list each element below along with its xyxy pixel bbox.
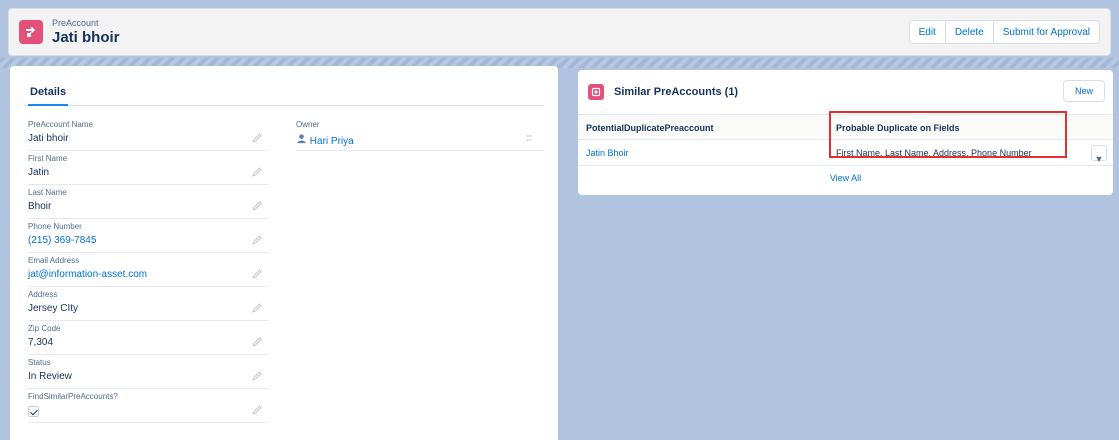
field-find-similar: FindSimilarPreAccounts? <box>28 389 268 423</box>
user-avatar-icon <box>297 134 306 144</box>
field-label: Address <box>28 290 58 299</box>
header-actions: Edit Delete Submit for Approval <box>908 20 1100 44</box>
pencil-icon[interactable] <box>252 405 262 415</box>
details-card: Details PreAccount Name Jati bhoir First… <box>10 66 558 440</box>
field-preaccount-name: PreAccount Name Jati bhoir <box>28 117 268 151</box>
pencil-icon[interactable] <box>252 133 262 143</box>
delete-button[interactable]: Delete <box>945 20 994 44</box>
tab-details[interactable]: Details <box>28 80 69 106</box>
table-header-row: PotentialDuplicatePreaccount Probable Du… <box>578 114 1113 140</box>
column-header-fields[interactable]: Probable Duplicate on Fields <box>836 123 960 133</box>
pencil-icon[interactable] <box>252 269 262 279</box>
duplicate-record-link[interactable]: Jatin Bhoir <box>586 148 629 158</box>
pencil-icon[interactable] <box>252 303 262 313</box>
find-similar-checkbox <box>28 406 39 417</box>
field-value: Bhoir <box>28 201 52 212</box>
field-value: In Review <box>28 371 72 382</box>
pencil-icon[interactable] <box>252 235 262 245</box>
pencil-icon[interactable] <box>252 371 262 381</box>
field-phone-number: Phone Number (215) 369-7845 <box>28 219 268 253</box>
field-label: Status <box>28 358 51 367</box>
view-all-link[interactable]: View All <box>578 173 1113 183</box>
field-email-address: Email Address jat@information-asset.com <box>28 253 268 287</box>
field-first-name: First Name Jatin <box>28 151 268 185</box>
field-last-name: Last Name Bhoir <box>28 185 268 219</box>
similar-table: PotentialDuplicatePreaccount Probable Du… <box>578 111 1113 170</box>
field-label: Zip Code <box>28 324 61 333</box>
similar-card-header: Similar PreAccounts (1) New <box>578 70 1113 114</box>
object-type-label: PreAccount <box>52 18 99 29</box>
field-value: Jatin <box>28 167 50 178</box>
field-address: Address Jersey CIty <box>28 287 268 321</box>
field-label: Phone Number <box>28 222 82 231</box>
change-owner-icon[interactable] <box>524 133 534 143</box>
pencil-icon[interactable] <box>252 167 262 177</box>
similar-card-title[interactable]: Similar PreAccounts (1) <box>614 86 738 98</box>
field-status: Status In Review <box>28 355 268 389</box>
field-value: Jati bhoir <box>28 133 69 144</box>
chevron-down-icon: ▼ <box>1094 154 1104 164</box>
field-label: First Name <box>28 154 68 163</box>
field-label: FindSimilarPreAccounts? <box>28 392 118 401</box>
field-label: Email Address <box>28 256 80 265</box>
similar-preaccounts-card: Similar PreAccounts (1) New PotentialDup… <box>578 70 1113 195</box>
record-header: PreAccount Jati bhoir Edit Delete Submit… <box>8 8 1111 56</box>
record-title: Jati bhoir <box>52 28 120 46</box>
pencil-icon[interactable] <box>252 337 262 347</box>
field-zip-code: Zip Code 7,304 <box>28 321 268 355</box>
field-label: Owner <box>296 120 320 129</box>
owner-name: Hari Priya <box>309 136 354 147</box>
similar-records-icon <box>588 84 604 100</box>
field-owner: Owner Hari Priya <box>296 117 544 151</box>
submit-for-approval-button[interactable]: Submit for Approval <box>993 20 1100 44</box>
table-row: Jatin Bhoir First Name, Last Name, Addre… <box>578 140 1113 166</box>
owner-link[interactable]: Hari Priya <box>296 133 544 148</box>
preaccount-icon <box>19 20 43 44</box>
field-label: Last Name <box>28 188 67 197</box>
phone-link[interactable]: (215) 369-7845 <box>28 235 268 247</box>
tab-bar: Details <box>24 66 544 106</box>
duplicate-fields-value: First Name, Last Name, Address, Phone Nu… <box>836 148 1032 158</box>
field-label: PreAccount Name <box>28 120 93 129</box>
email-link[interactable]: jat@information-asset.com <box>28 269 268 281</box>
field-value: 7,304 <box>28 337 54 348</box>
new-button[interactable]: New <box>1062 80 1105 102</box>
row-actions-dropdown[interactable]: ▼ <box>1091 145 1107 164</box>
details-left-column: PreAccount Name Jati bhoir First Name Ja… <box>28 117 268 423</box>
details-right-column: Owner Hari Priya <box>296 117 544 423</box>
pencil-icon[interactable] <box>252 201 262 211</box>
edit-button[interactable]: Edit <box>908 20 946 44</box>
field-value: Jersey CIty <box>28 303 79 314</box>
column-header-duplicate[interactable]: PotentialDuplicatePreaccount <box>586 123 714 133</box>
